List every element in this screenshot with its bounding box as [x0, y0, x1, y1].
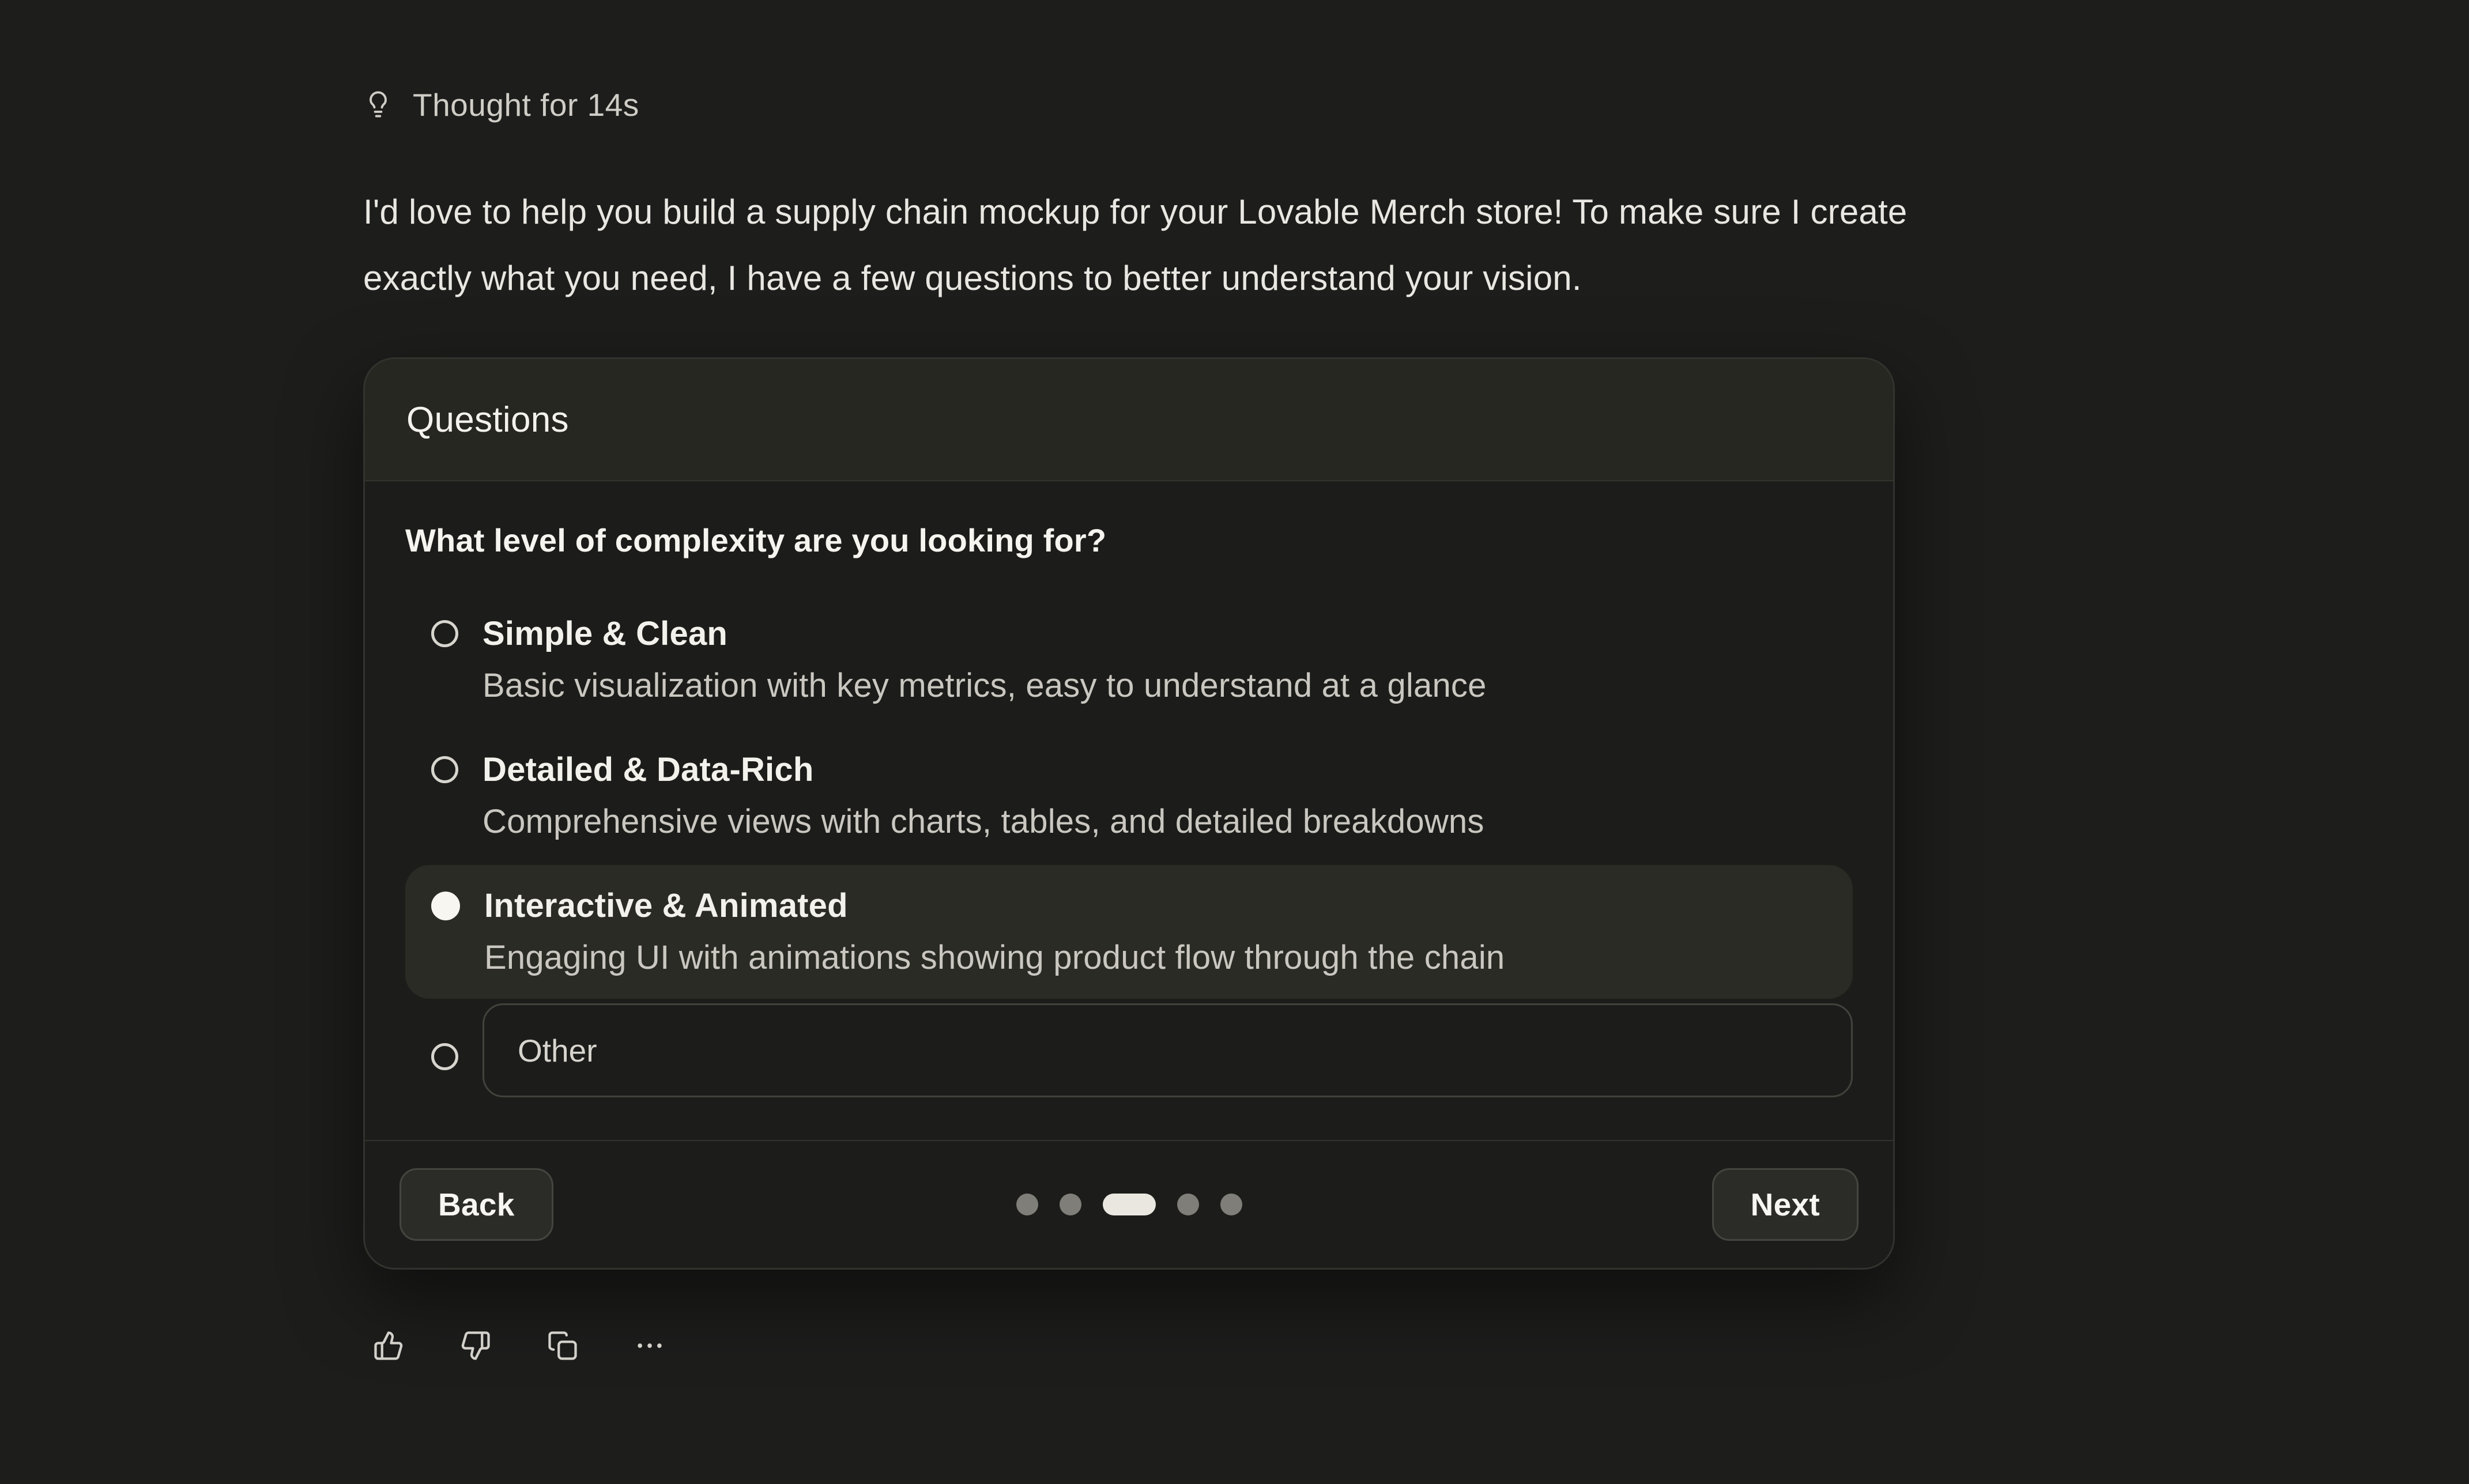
pagination-dot	[1220, 1194, 1242, 1215]
option-label: Simple & Clean	[483, 608, 1487, 660]
option-other[interactable]	[405, 1003, 1853, 1097]
questions-card-footer: Back Next	[365, 1140, 1893, 1268]
ellipsis-icon[interactable]	[634, 1330, 666, 1362]
pagination-dot	[1177, 1194, 1199, 1215]
thought-toggle[interactable]: Thought for 14s	[363, 86, 639, 123]
questions-card-header: Questions	[365, 359, 1893, 481]
pagination-dot	[1016, 1194, 1038, 1215]
option-detailed-data-rich[interactable]: Detailed & Data-Rich Comprehensive views…	[405, 729, 1853, 863]
option-label: Detailed & Data-Rich	[483, 744, 1484, 796]
option-simple-clean[interactable]: Simple & Clean Basic visualization with …	[405, 593, 1853, 727]
pagination-dot	[1060, 1194, 1081, 1215]
option-interactive-animated[interactable]: Interactive & Animated Engaging UI with …	[405, 865, 1853, 999]
option-description: Engaging UI with animations showing prod…	[484, 932, 1505, 984]
message-actions	[372, 1330, 2469, 1362]
radio-selected-icon[interactable]	[431, 892, 460, 920]
pagination-dots	[1016, 1194, 1242, 1215]
other-option-input[interactable]	[483, 1003, 1853, 1097]
back-button[interactable]: Back	[399, 1168, 553, 1241]
thumbs-down-icon[interactable]	[459, 1330, 492, 1362]
option-description: Basic visualization with key metrics, ea…	[483, 660, 1487, 712]
option-label: Interactive & Animated	[484, 880, 1505, 932]
questions-card: Questions What level of complexity are y…	[363, 357, 1895, 1270]
radio-unselected-icon[interactable]	[431, 1043, 458, 1070]
card-title: Questions	[406, 399, 569, 440]
thought-duration-label: Thought for 14s	[413, 86, 639, 123]
message-line: exactly what you need, I have a few ques…	[363, 245, 2469, 311]
chat-message-block: Thought for 14s I'd love to help you bui…	[0, 0, 2469, 1362]
questions-card-body: What level of complexity are you looking…	[365, 481, 1893, 1140]
question-text: What level of complexity are you looking…	[405, 515, 1853, 567]
radio-unselected-icon[interactable]	[431, 620, 458, 647]
radio-unselected-icon[interactable]	[431, 756, 458, 783]
assistant-message: I'd love to help you build a supply chai…	[363, 179, 2469, 311]
message-line: I'd love to help you build a supply chai…	[363, 179, 2469, 245]
pagination-dot-active	[1103, 1194, 1156, 1215]
lightbulb-icon	[363, 88, 393, 122]
copy-icon[interactable]	[546, 1330, 579, 1362]
next-button[interactable]: Next	[1712, 1168, 1859, 1241]
option-description: Comprehensive views with charts, tables,…	[483, 796, 1484, 848]
thumbs-up-icon[interactable]	[372, 1330, 405, 1362]
